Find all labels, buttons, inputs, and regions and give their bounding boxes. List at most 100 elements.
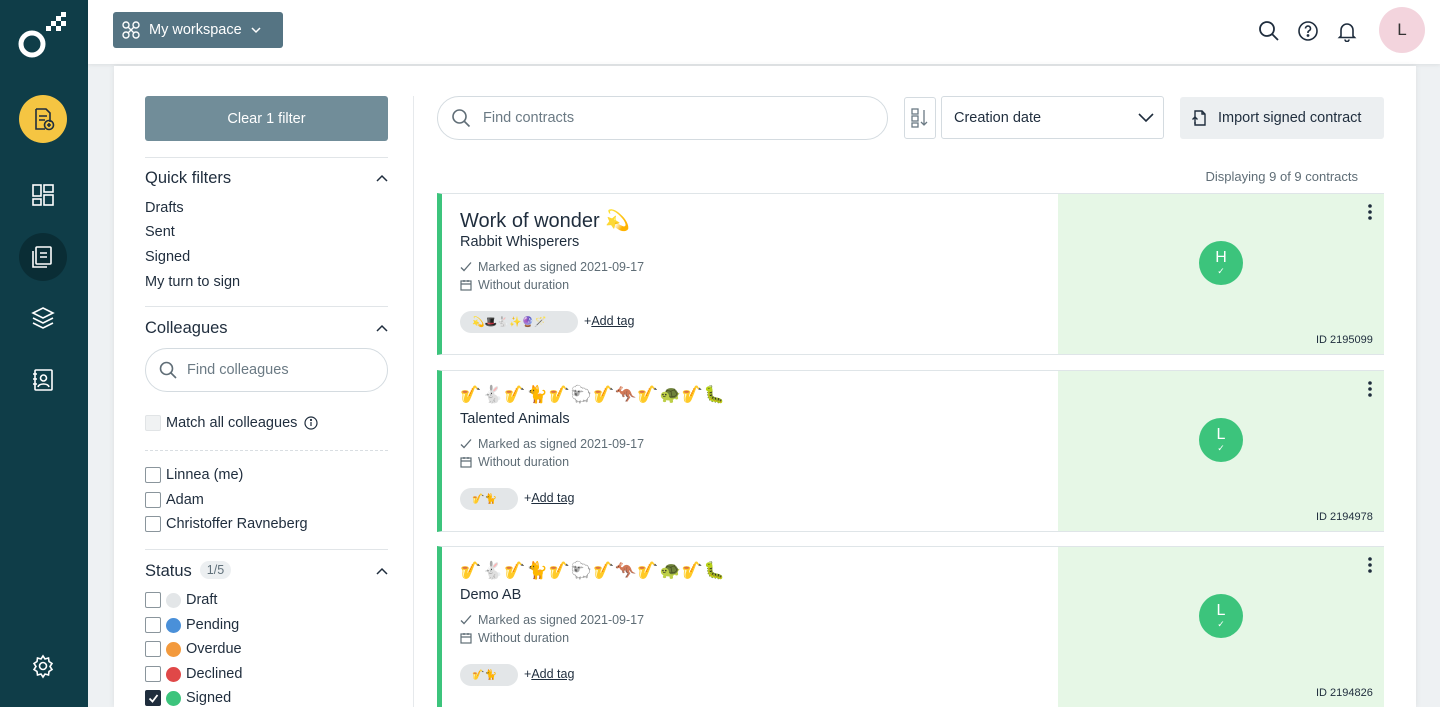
participant-initial: L bbox=[1216, 602, 1226, 619]
status-title: Status 1/5 bbox=[145, 561, 232, 581]
chevron-up-icon[interactable] bbox=[374, 321, 390, 337]
check-icon bbox=[460, 615, 472, 625]
checkbox[interactable] bbox=[145, 415, 161, 431]
tag-chip[interactable]: 🎷🐈 bbox=[460, 664, 518, 686]
status-label: Pending bbox=[186, 617, 240, 633]
checkbox[interactable] bbox=[145, 641, 161, 657]
divider bbox=[145, 549, 388, 550]
duration-text: Without duration bbox=[478, 455, 570, 469]
search-icon bbox=[451, 108, 471, 128]
participant-avatar[interactable]: L ✓ bbox=[1199, 594, 1243, 638]
signed-status: Marked as signed 2021-09-17 bbox=[460, 613, 644, 627]
help-icon[interactable] bbox=[1297, 20, 1319, 42]
quick-filter-signed[interactable]: Signed bbox=[145, 249, 190, 265]
import-signed-contract-button[interactable]: Import signed contract bbox=[1180, 97, 1384, 139]
colleague-adam[interactable]: Adam bbox=[145, 492, 204, 508]
add-tag-link[interactable]: +Add tag bbox=[584, 314, 634, 328]
status-filter-signed[interactable]: Signed bbox=[145, 690, 231, 706]
match-all-colleagues-checkbox[interactable]: Match all colleagues bbox=[145, 415, 318, 431]
chevron-up-icon[interactable] bbox=[374, 171, 390, 187]
templates-nav[interactable] bbox=[19, 294, 67, 342]
sort-direction-icon bbox=[910, 107, 930, 129]
contacts-nav[interactable] bbox=[19, 356, 67, 404]
user-avatar[interactable]: L bbox=[1379, 7, 1425, 53]
info-icon[interactable] bbox=[304, 416, 318, 430]
divider bbox=[145, 306, 388, 307]
checkbox[interactable] bbox=[145, 617, 161, 633]
contracts-nav[interactable] bbox=[19, 233, 67, 281]
status-label: Signed bbox=[186, 690, 232, 706]
add-tag-link[interactable]: +Add tag bbox=[524, 491, 574, 505]
status-label: Overdue bbox=[186, 641, 242, 657]
contract-title[interactable]: 🎷🐇🎷🐈🎷🐑🎷🦘🎷🐢🎷🐛 bbox=[460, 561, 726, 581]
colleague-linnea[interactable]: Linnea (me) bbox=[145, 467, 243, 483]
clear-filter-button[interactable]: Clear 1 filter bbox=[145, 96, 388, 141]
contract-search-input[interactable] bbox=[483, 110, 863, 126]
tag-chip[interactable]: 🎷🐈 bbox=[460, 488, 518, 510]
status-filter-declined[interactable]: Declined bbox=[145, 666, 242, 682]
more-options-icon[interactable] bbox=[1364, 202, 1376, 222]
checkbox[interactable] bbox=[145, 492, 161, 508]
contract-title[interactable]: 🎷🐇🎷🐈🎷🐑🎷🦘🎷🐢🎷🐛 bbox=[460, 385, 726, 405]
quick-filter-drafts[interactable]: Drafts bbox=[145, 200, 184, 216]
chevron-down-icon bbox=[1137, 108, 1155, 126]
check-icon bbox=[460, 439, 472, 449]
participant-initial: H bbox=[1215, 249, 1227, 266]
contract-id: ID 2194978 bbox=[1316, 511, 1373, 523]
chevron-down-icon bbox=[250, 24, 262, 36]
checkbox[interactable] bbox=[145, 666, 161, 682]
participant-avatar[interactable]: L ✓ bbox=[1199, 418, 1243, 462]
contacts-icon bbox=[30, 367, 56, 393]
calendar-icon bbox=[460, 280, 472, 291]
counterparty-name: Demo AB bbox=[460, 587, 522, 603]
contract-title[interactable]: Work of wonder 💫 bbox=[460, 208, 630, 233]
contract-search bbox=[437, 96, 888, 140]
contract-card[interactable]: 🎷🐇🎷🐈🎷🐑🎷🦘🎷🐢🎷🐛 Demo AB Marked as signed 2021… bbox=[437, 546, 1384, 707]
quick-filter-sent[interactable]: Sent bbox=[145, 224, 175, 240]
contract-card[interactable]: Work of wonder 💫 Rabbit Whisperers Marked … bbox=[437, 193, 1384, 355]
participant-avatar[interactable]: H ✓ bbox=[1199, 241, 1243, 285]
more-options-icon[interactable] bbox=[1364, 379, 1376, 399]
contract-card[interactable]: 🎷🐇🎷🐈🎷🐑🎷🦘🎷🐢🎷🐛 Talented Animals Marked as si… bbox=[437, 370, 1384, 532]
new-contract-icon bbox=[30, 106, 56, 132]
templates-icon bbox=[30, 305, 56, 331]
status-dot bbox=[166, 617, 181, 633]
upload-file-icon bbox=[1190, 108, 1210, 128]
checkbox[interactable] bbox=[145, 467, 161, 483]
dashboard-nav[interactable] bbox=[19, 171, 67, 219]
status-filter-draft[interactable]: Draft bbox=[145, 592, 217, 608]
add-tag-label: Add tag bbox=[531, 667, 575, 681]
chevron-up-icon[interactable] bbox=[374, 564, 390, 580]
sort-direction-button[interactable] bbox=[904, 97, 936, 139]
workspace-switcher[interactable]: My workspace bbox=[113, 12, 283, 48]
dashed-divider bbox=[145, 450, 388, 451]
checkbox[interactable] bbox=[145, 690, 161, 706]
search-icon[interactable] bbox=[1258, 20, 1280, 42]
add-tag-link[interactable]: +Add tag bbox=[524, 667, 574, 681]
oneflow-logo[interactable] bbox=[18, 12, 70, 60]
signed-status: Marked as signed 2021-09-17 bbox=[460, 437, 644, 451]
signed-status: Marked as signed 2021-09-17 bbox=[460, 260, 644, 274]
checkbox[interactable] bbox=[145, 516, 161, 532]
settings-nav[interactable] bbox=[19, 642, 67, 690]
dashboard-icon bbox=[30, 182, 56, 208]
checkbox[interactable] bbox=[145, 592, 161, 608]
quick-filter-my-turn[interactable]: My turn to sign bbox=[145, 274, 240, 290]
status-dot bbox=[166, 641, 181, 657]
status-filter-overdue[interactable]: Overdue bbox=[145, 641, 242, 657]
colleagues-search-input[interactable] bbox=[187, 362, 367, 378]
colleagues-search bbox=[145, 348, 388, 392]
sort-select[interactable]: Creation date bbox=[941, 96, 1164, 139]
duration: Without duration bbox=[460, 455, 569, 469]
signed-check-icon: ✓ bbox=[1217, 266, 1225, 276]
more-options-icon[interactable] bbox=[1364, 555, 1376, 575]
duration: Without duration bbox=[460, 631, 569, 645]
status-filter-pending[interactable]: Pending bbox=[145, 617, 239, 633]
contract-id: ID 2195099 bbox=[1316, 334, 1373, 346]
signed-check-icon: ✓ bbox=[1217, 443, 1225, 453]
tag-chip[interactable]: 💫🎩🐇✨🔮🪄 bbox=[460, 311, 578, 333]
new-contract-button[interactable] bbox=[19, 95, 67, 143]
colleague-label: Linnea (me) bbox=[166, 467, 244, 483]
notifications-bell-icon[interactable] bbox=[1336, 20, 1358, 42]
colleague-christoffer[interactable]: Christoffer Ravneberg bbox=[145, 516, 308, 532]
